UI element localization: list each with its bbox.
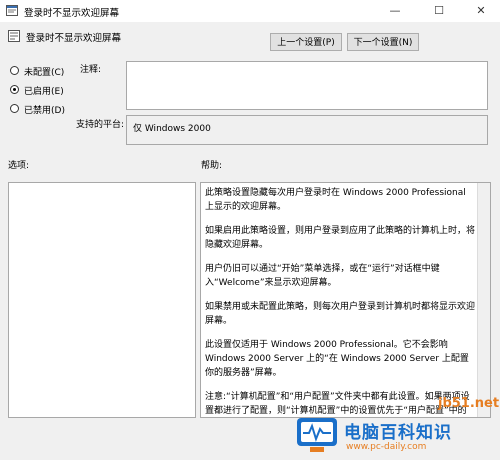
help-paragraph: 如果启用此策略设置，则用户登录到应用了此策略的计算机上时，将隐藏欢迎屏幕。 bbox=[205, 226, 476, 250]
watermark-brand: 电脑百科知识 www.pc-daily.com bbox=[290, 412, 500, 460]
watermark-brand-url: www.pc-daily.com bbox=[346, 442, 427, 452]
watermark-site-text: jb51.net bbox=[438, 396, 500, 411]
title-bar: 登录时不显示欢迎屏幕 — ☐ ✕ bbox=[0, 0, 500, 22]
setting-title: 登录时不显示欢迎屏幕 bbox=[26, 33, 122, 44]
help-paragraph: 如果禁用或未配置此策略，则每次用户登录到计算机时都将显示欢迎屏幕。 bbox=[205, 302, 476, 326]
radio-label: 已禁用(D) bbox=[24, 106, 65, 116]
radio-indicator[interactable] bbox=[10, 66, 19, 75]
minimize-button[interactable]: — bbox=[380, 0, 410, 22]
radio-indicator[interactable] bbox=[10, 85, 19, 94]
supported-platform-field: 仅 Windows 2000 bbox=[126, 115, 488, 145]
radio-label: 未配置(C) bbox=[24, 68, 65, 78]
next-setting-button[interactable]: 下一个设置(N) bbox=[347, 33, 419, 51]
maximize-button[interactable]: ☐ bbox=[424, 0, 454, 22]
window-title: 登录时不显示欢迎屏幕 bbox=[24, 8, 120, 19]
comment-textarea[interactable] bbox=[126, 61, 488, 110]
radio-label: 已启用(E) bbox=[24, 87, 64, 97]
close-button[interactable]: ✕ bbox=[466, 0, 496, 22]
help-paragraph: 此策略设置隐藏每次用户登录时在 Windows 2000 Professiona… bbox=[205, 188, 466, 212]
help-scrollbar[interactable] bbox=[477, 183, 490, 417]
monitor-logo-icon bbox=[297, 418, 337, 452]
previous-setting-button[interactable]: 上一个设置(P) bbox=[270, 33, 342, 51]
setting-icon bbox=[8, 30, 20, 42]
supported-platform-value: 仅 Windows 2000 bbox=[133, 124, 211, 134]
supported-platform-label: 支持的平台: bbox=[76, 120, 125, 130]
help-pane[interactable]: 此策略设置隐藏每次用户登录时在 Windows 2000 Professiona… bbox=[200, 182, 491, 418]
options-pane bbox=[8, 182, 196, 418]
comment-label: 注释: bbox=[80, 65, 102, 75]
watermark-brand-name: 电脑百科知识 bbox=[344, 423, 452, 443]
help-label: 帮助: bbox=[201, 161, 223, 171]
radio-indicator[interactable] bbox=[10, 104, 19, 113]
policy-icon bbox=[6, 5, 18, 16]
options-label: 选项: bbox=[8, 161, 30, 171]
help-paragraph: 用户仍旧可以通过“开始”菜单选择，或在“运行”对话框中键入“Welcome”来显… bbox=[205, 264, 440, 288]
help-paragraph: 此设置仅适用于 Windows 2000 Professional。它不会影响 … bbox=[205, 340, 469, 378]
help-text: 此策略设置隐藏每次用户登录时在 Windows 2000 Professiona… bbox=[205, 186, 476, 417]
